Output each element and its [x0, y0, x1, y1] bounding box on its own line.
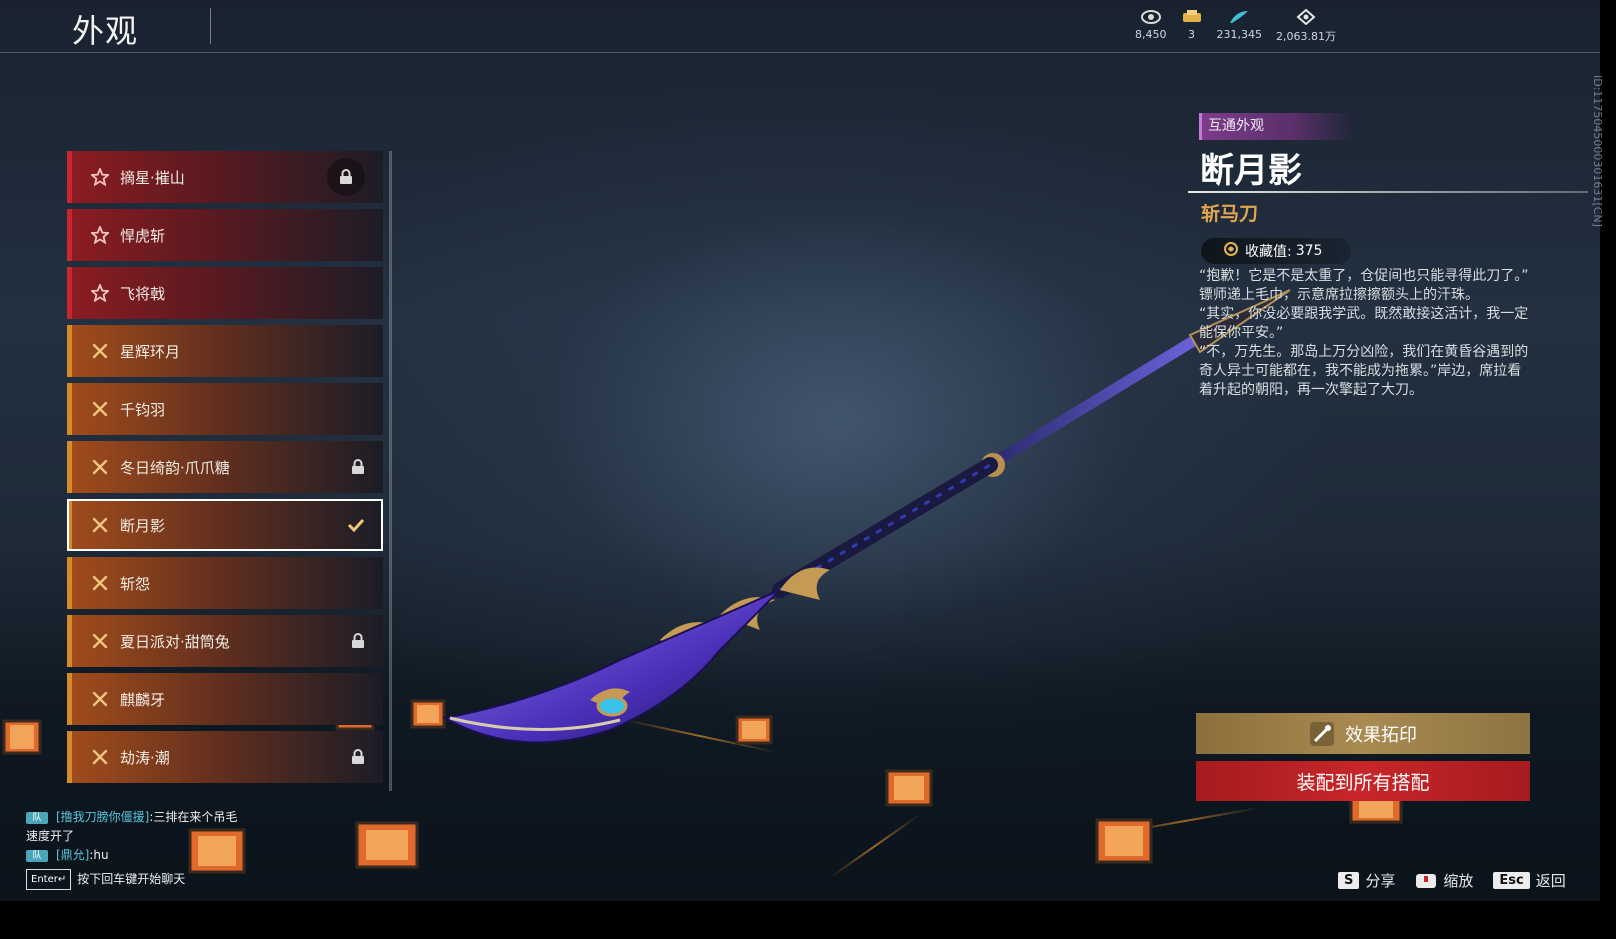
effect-imprint-label: 效果拓印: [1345, 724, 1417, 746]
lock-icon: [327, 158, 365, 196]
chat-text: :三排在来个吊毛: [149, 810, 238, 824]
description-paragraph: “不，万先生。那岛上万分凶险，我们在黄昏谷遇到的奇人异士可能都在，我不能成为拖累…: [1199, 344, 1529, 398]
crossplay-tag: 互通外观: [1199, 113, 1354, 140]
cross-icon: [90, 399, 110, 419]
appearance-list-item[interactable]: 夏日派对·甜筒兔: [67, 615, 383, 667]
cross-icon: [90, 341, 110, 361]
chat-sender[interactable]: [鼎允]: [56, 846, 89, 865]
chat-text: 速度开了: [26, 829, 75, 843]
currency-value: 231,345: [1216, 28, 1263, 41]
appearance-list-item-label: 断月影: [120, 516, 166, 535]
chat-input-hint[interactable]: Enter↵ 按下回车键开始聊天: [26, 869, 237, 890]
currency-value: 8,450: [1135, 28, 1167, 41]
description-paragraph: “抱歉！它是不是太重了，仓促间也只能寻得此刀了。”: [1199, 268, 1529, 284]
channel-icon: 队: [26, 849, 48, 862]
chat-message: 队 [撸我刀膀你僵援] :三排在来个吊毛: [26, 808, 237, 827]
currency-item: 231,345: [1216, 8, 1263, 44]
top-bar: 外观 8,450 3 231,345 2,063.81万: [0, 0, 1600, 52]
appearance-list-item[interactable]: 断月影: [67, 499, 383, 551]
chat-message: 速度开了: [26, 827, 237, 846]
eye-coin-icon: [1140, 8, 1162, 26]
appearance-list[interactable]: 摘星·摧山悍虎斩飞将戟星辉环月千钧羽冬日绮韵·爪爪糖 断月影斩怨夏日派对·甜筒兔麒…: [67, 151, 383, 791]
cross-icon: [90, 689, 110, 709]
feather-icon: [1228, 8, 1250, 26]
appearance-list-item-label: 千钧羽: [120, 400, 166, 419]
hotkey-label: 缩放: [1443, 872, 1474, 890]
appearance-list-item-label: 冬日绮韵·爪爪糖: [120, 458, 230, 477]
collection-value-badge: 收藏值: 375: [1201, 238, 1351, 264]
brush-icon: [1309, 721, 1335, 747]
hotkey-bar: S 分享 缩放 Esc 返回: [1338, 870, 1586, 891]
appearance-list-item[interactable]: 麒麟牙: [67, 673, 383, 725]
ticket-icon: [1181, 8, 1203, 26]
item-name: 断月影: [1200, 151, 1302, 191]
collection-label: 收藏值:: [1245, 244, 1292, 260]
currency-value: 2,063.81万: [1276, 30, 1336, 43]
chat-text: :hu: [89, 848, 109, 862]
zoom-hotkey[interactable]: 缩放: [1415, 870, 1473, 891]
item-id: ID:1175045000301631[CN]: [1591, 75, 1604, 227]
cross-icon: [90, 457, 110, 477]
enter-key-badge: Enter↵: [26, 869, 72, 890]
appearance-list-item-label: 摘星·摧山: [120, 168, 185, 187]
title-divider: [210, 8, 211, 44]
cross-icon: [90, 631, 110, 651]
appearance-list-item[interactable]: 星辉环月: [67, 325, 383, 377]
currency-item: 2,063.81万: [1276, 8, 1336, 44]
item-description: “抱歉！它是不是太重了，仓促间也只能寻得此刀了。” 镖师递上毛巾，示意席拉擦擦额…: [1199, 267, 1534, 400]
appearance-list-item-label: 星辉环月: [120, 342, 181, 361]
name-divider: [1188, 191, 1588, 193]
lock-icon: [351, 459, 365, 475]
appearance-list-item-label: 飞将戟: [120, 284, 166, 303]
cross-icon: [90, 573, 110, 593]
item-type: 斩马刀: [1201, 203, 1259, 225]
appearance-list-item[interactable]: 摘星·摧山: [67, 151, 383, 203]
hotkey-label: 返回: [1535, 872, 1566, 890]
check-icon: [347, 518, 365, 532]
appearance-list-item-label: 劫涛·潮: [120, 748, 170, 767]
appearance-list-item[interactable]: 劫涛·潮: [67, 731, 383, 783]
equip-all-button[interactable]: 装配到所有搭配: [1196, 761, 1530, 801]
currency-item: 3: [1181, 8, 1203, 44]
channel-icon: 队: [26, 811, 48, 824]
appearance-list-item-label: 麒麟牙: [120, 690, 166, 709]
share-hotkey[interactable]: S 分享: [1338, 870, 1395, 891]
description-paragraph: “其实，你没必要跟我学武。既然敢接这活计，我一定能保你平安。”: [1199, 306, 1529, 341]
appearance-list-item[interactable]: 冬日绮韵·爪爪糖: [67, 441, 383, 493]
description-paragraph: 镖师递上毛巾，示意席拉擦擦额头上的汗珠。: [1199, 287, 1479, 303]
page-title: 外观: [72, 12, 139, 50]
appearance-list-item-label: 斩怨: [120, 574, 151, 593]
currency-value: 3: [1188, 28, 1195, 41]
effect-imprint-button[interactable]: 效果拓印: [1196, 713, 1530, 754]
appearance-list-item[interactable]: 斩怨: [67, 557, 383, 609]
cross-icon: [90, 515, 110, 535]
appearance-list-item-label: 夏日派对·甜筒兔: [120, 632, 230, 651]
appearance-list-item[interactable]: 千钧羽: [67, 383, 383, 435]
mouse-icon: [1415, 873, 1437, 889]
chat-sender[interactable]: [撸我刀膀你僵援]: [56, 808, 149, 827]
collection-icon: [1223, 241, 1239, 261]
back-hotkey[interactable]: Esc 返回: [1493, 870, 1566, 891]
currency-bar: 8,450 3 231,345 2,063.81万: [1135, 8, 1350, 44]
currency-item: 8,450: [1135, 8, 1167, 44]
key-badge: Esc: [1493, 872, 1530, 889]
lock-icon: [351, 749, 365, 765]
cross-icon: [90, 747, 110, 767]
chat-message: 队 [鼎允] :hu: [26, 846, 237, 865]
key-badge: S: [1338, 872, 1360, 889]
appearance-list-item[interactable]: 悍虎斩: [67, 209, 383, 261]
appearance-list-item[interactable]: 飞将戟: [67, 267, 383, 319]
star-icon: [90, 225, 110, 245]
star-icon: [90, 283, 110, 303]
list-scrollbar[interactable]: [389, 151, 392, 791]
header-divider: [0, 52, 1600, 53]
star-icon: [90, 167, 110, 187]
lock-icon: [351, 633, 365, 649]
hotkey-label: 分享: [1365, 872, 1396, 890]
collection-value: 375: [1295, 243, 1323, 259]
appearance-list-item-label: 悍虎斩: [120, 226, 166, 245]
chat-hint-text: 按下回车键开始聊天: [77, 872, 186, 886]
chat-box: 队 [撸我刀膀你僵援] :三排在来个吊毛 速度开了 队 [鼎允] :hu Ent…: [26, 808, 237, 890]
diamond-icon: [1295, 8, 1317, 26]
